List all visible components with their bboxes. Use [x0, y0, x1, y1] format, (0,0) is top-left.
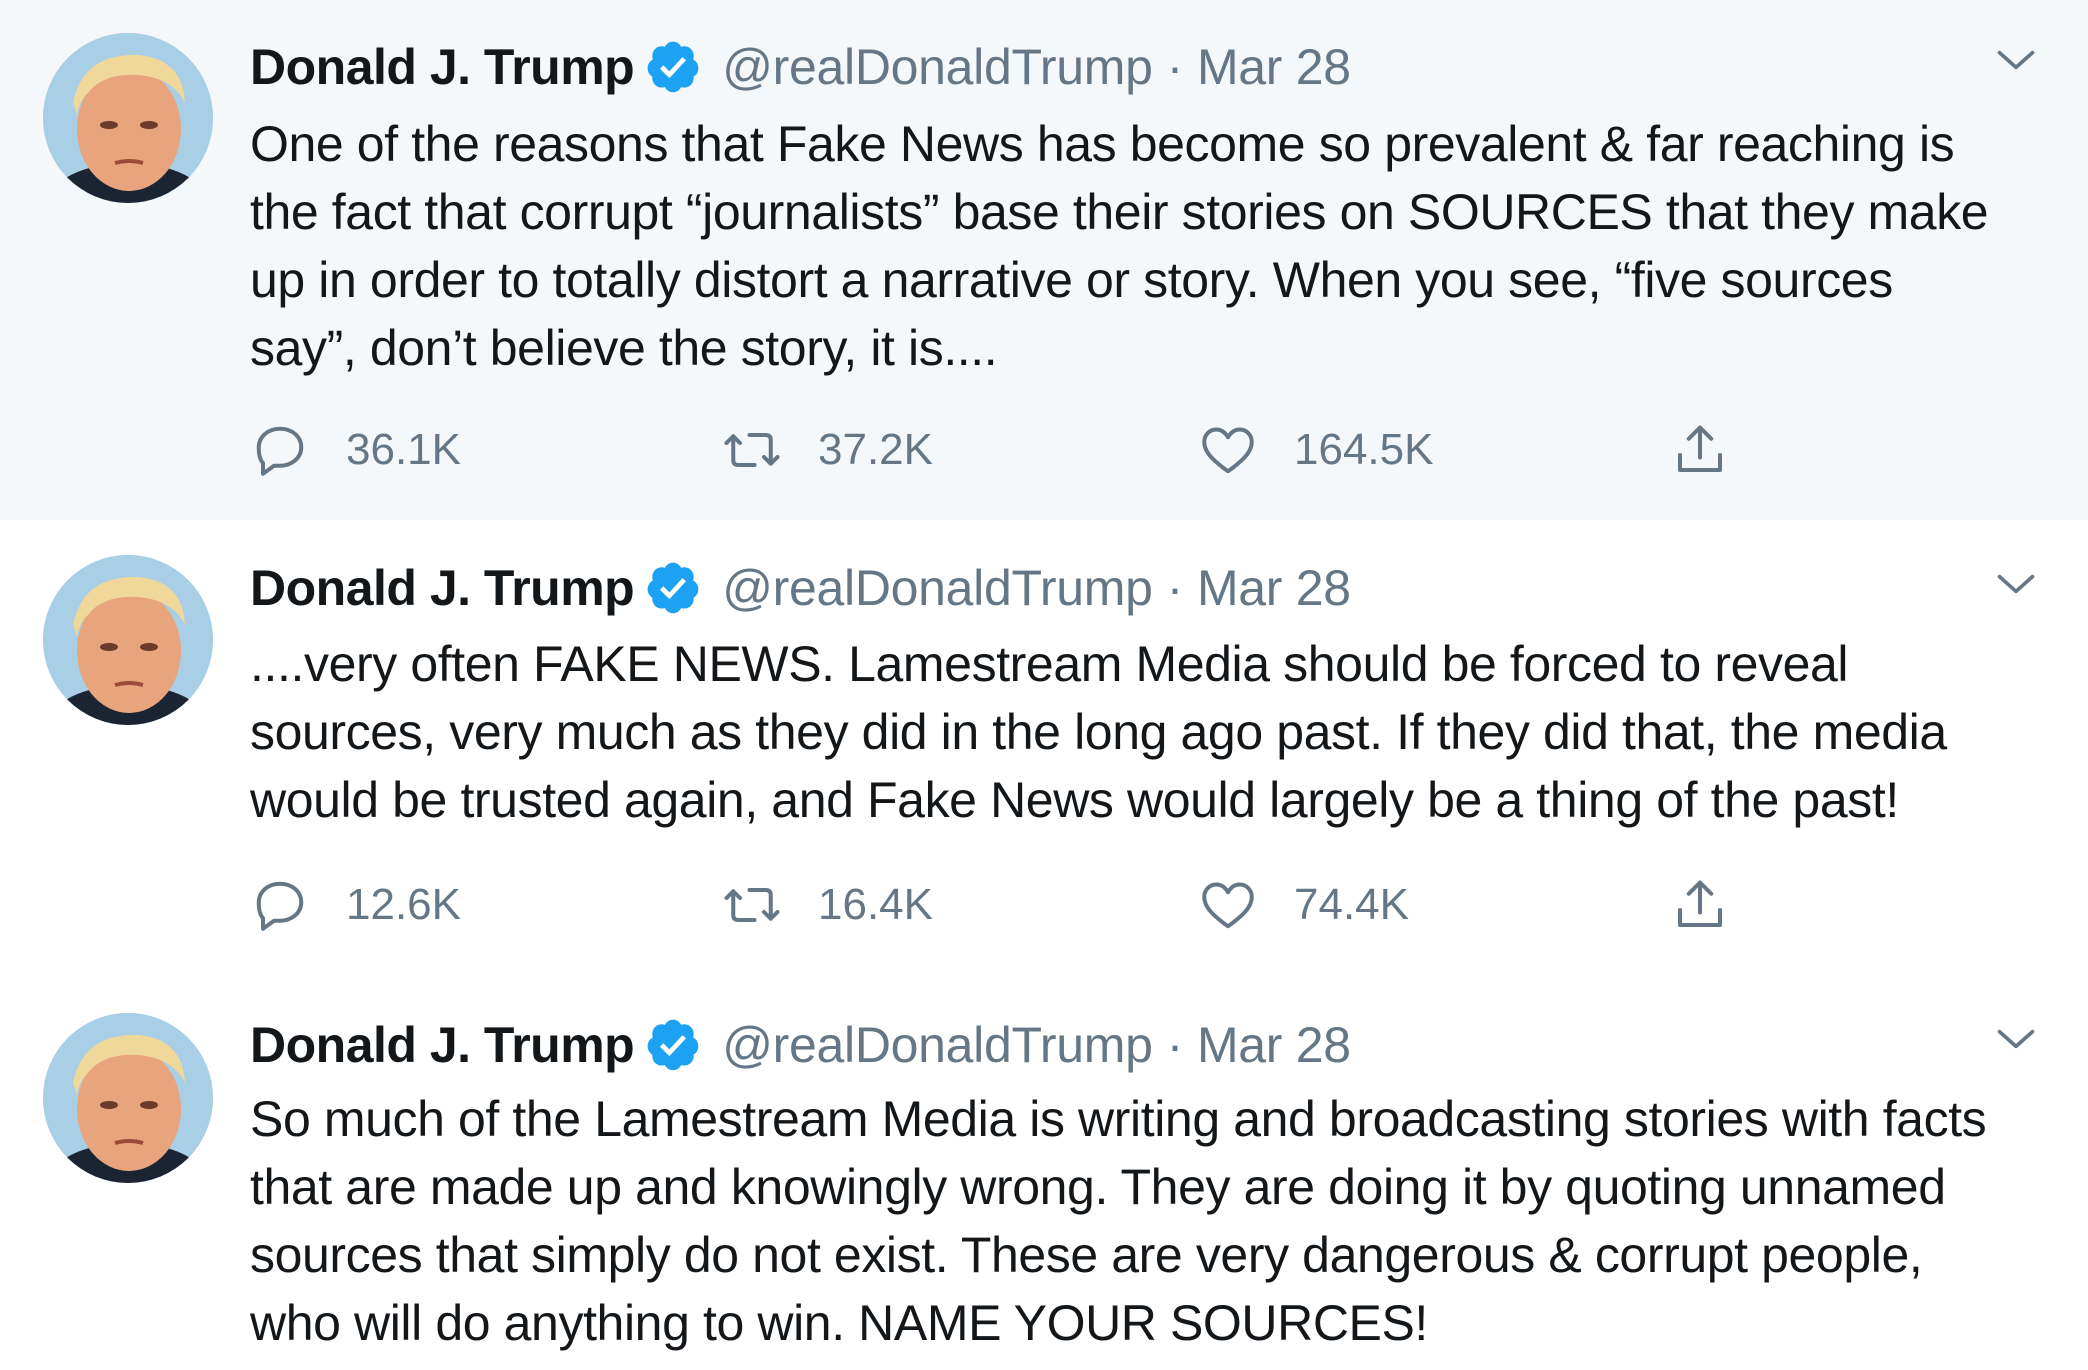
verified-badge-icon — [644, 559, 702, 617]
chevron-down-icon[interactable] — [1994, 38, 2038, 82]
user-handle[interactable]: @realDonaldTrump — [722, 559, 1153, 617]
share-icon — [1670, 420, 1730, 480]
tweet-date[interactable]: Mar 28 — [1197, 559, 1351, 617]
display-name[interactable]: Donald J. Trump — [250, 1016, 635, 1074]
reply-count: 12.6K — [346, 880, 461, 929]
verified-badge-icon — [644, 1016, 702, 1074]
reply-count: 36.1K — [346, 425, 461, 474]
user-handle[interactable]: @realDonaldTrump — [722, 38, 1153, 96]
verified-badge-icon — [644, 38, 702, 96]
display-name[interactable]: Donald J. Trump — [250, 38, 635, 96]
tweet[interactable]: Donald J. Trump @realDonaldTrump · Mar 2… — [0, 973, 2088, 1370]
retweet-count: 37.2K — [818, 425, 933, 474]
retweet-icon — [722, 875, 782, 935]
heart-icon — [1198, 875, 1258, 935]
reply-button[interactable]: 36.1K — [250, 415, 461, 485]
separator-dot: · — [1166, 560, 1184, 616]
tweet-text: One of the reasons that Fake News has be… — [250, 116, 1989, 376]
retweet-button[interactable]: 37.2K — [722, 415, 933, 485]
avatar[interactable] — [43, 555, 213, 725]
tweet-header: Donald J. Trump @realDonaldTrump · Mar 2… — [250, 553, 1351, 623]
tweet-feed: Donald J. Trump @realDonaldTrump · Mar 2… — [0, 0, 2088, 1370]
reply-button[interactable]: 12.6K — [250, 870, 461, 940]
user-handle[interactable]: @realDonaldTrump — [722, 1016, 1153, 1074]
tweet[interactable]: Donald J. Trump @realDonaldTrump · Mar 2… — [0, 520, 2088, 973]
retweet-count: 16.4K — [818, 880, 933, 929]
retweet-button[interactable]: 16.4K — [722, 870, 933, 940]
share-button[interactable] — [1670, 415, 1766, 485]
tweet-text: So much of the Lamestream Media is writi… — [250, 1091, 1987, 1351]
separator-dot: · — [1166, 39, 1184, 95]
tweet-actions: 12.6K 16.4K 74.4K — [250, 870, 1750, 940]
heart-icon — [1198, 420, 1258, 480]
retweet-icon — [722, 420, 782, 480]
like-count: 74.4K — [1294, 880, 1409, 929]
reply-icon — [250, 875, 310, 935]
tweet-date[interactable]: Mar 28 — [1197, 38, 1351, 96]
reply-icon — [250, 420, 310, 480]
chevron-down-icon[interactable] — [1994, 1017, 2038, 1061]
share-icon — [1670, 875, 1730, 935]
tweet-header: Donald J. Trump @realDonaldTrump · Mar 2… — [250, 1010, 1351, 1080]
chevron-down-icon[interactable] — [1994, 562, 2038, 606]
avatar[interactable] — [43, 1013, 213, 1183]
like-count: 164.5K — [1294, 425, 1434, 474]
tweet-actions: 36.1K 37.2K 164.5K — [250, 415, 1750, 485]
share-button[interactable] — [1670, 870, 1766, 940]
like-button[interactable]: 74.4K — [1198, 870, 1409, 940]
like-button[interactable]: 164.5K — [1198, 415, 1433, 485]
separator-dot: · — [1166, 1017, 1184, 1073]
tweet-date[interactable]: Mar 28 — [1197, 1016, 1351, 1074]
tweet-text: ....very often FAKE NEWS. Lamestream Med… — [250, 636, 1947, 828]
avatar[interactable] — [43, 33, 213, 203]
tweet-header: Donald J. Trump @realDonaldTrump · Mar 2… — [250, 32, 1351, 102]
display-name[interactable]: Donald J. Trump — [250, 559, 635, 617]
tweet[interactable]: Donald J. Trump @realDonaldTrump · Mar 2… — [0, 0, 2088, 520]
